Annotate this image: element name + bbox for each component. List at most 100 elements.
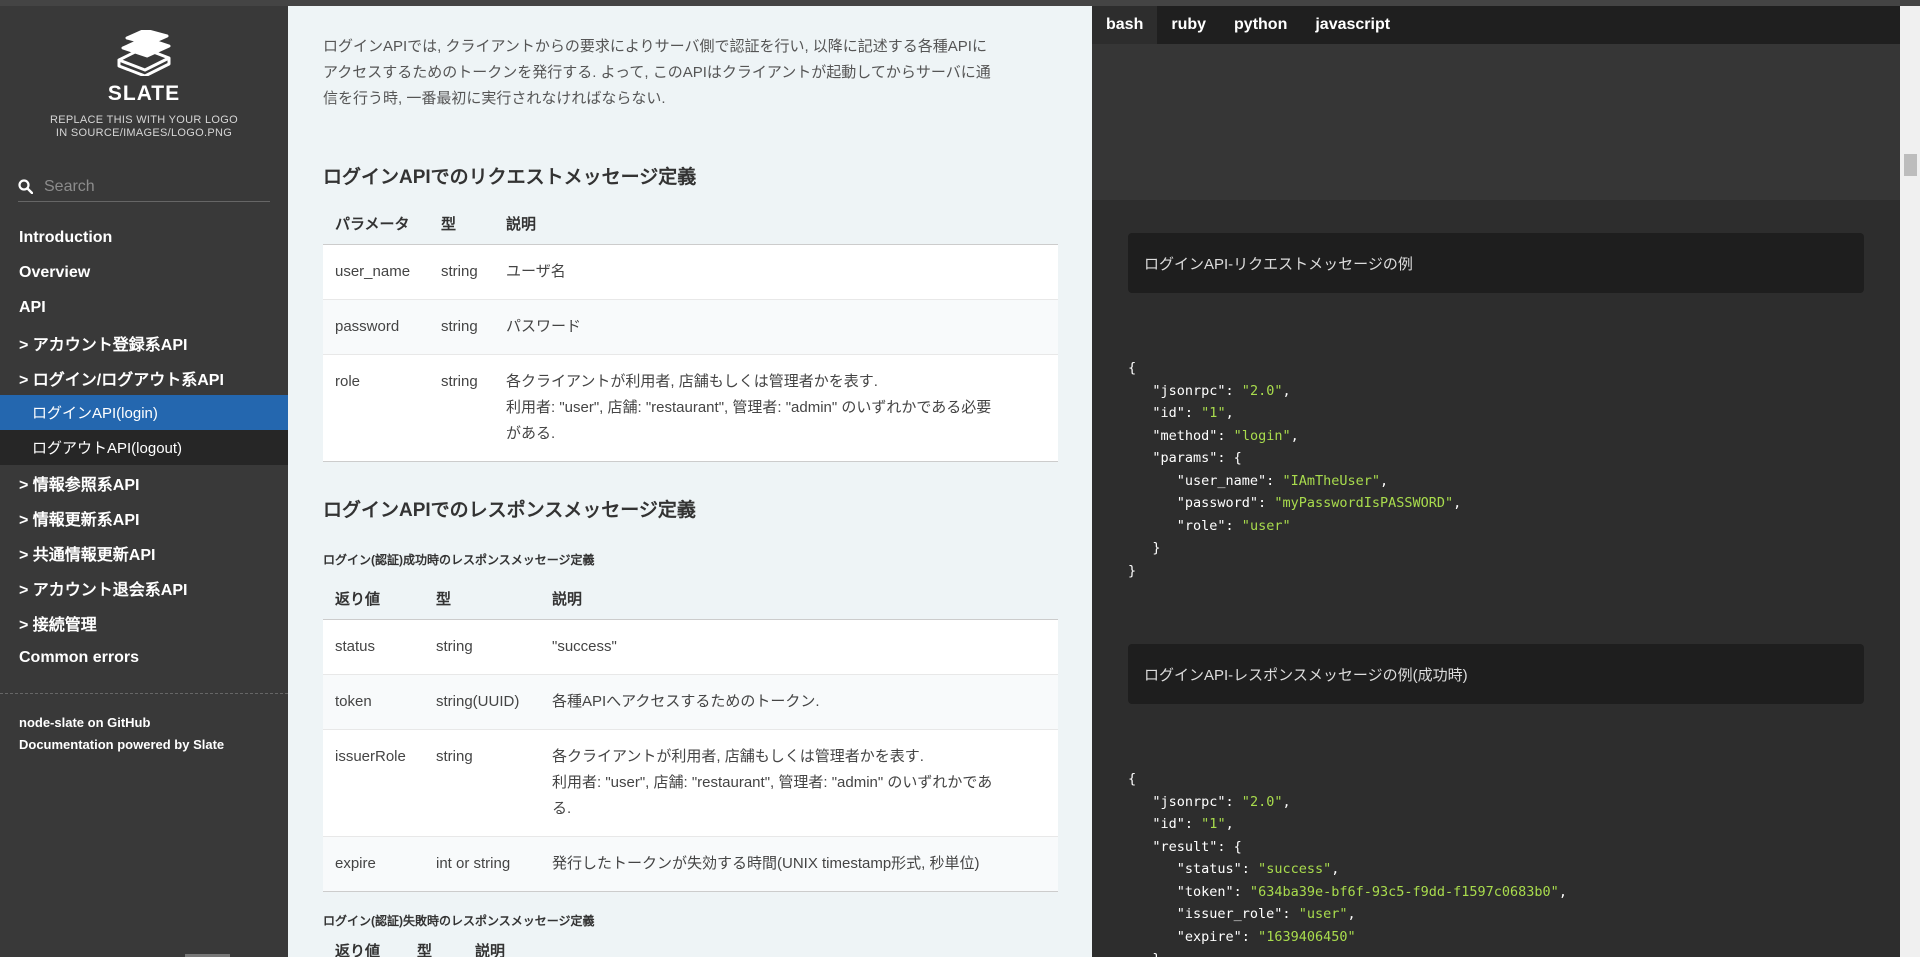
logo: SLATE REPLACE THIS WITH YOUR LOGO IN SOU…	[0, 30, 288, 140]
logo-note-line-1: REPLACE THIS WITH YOUR LOGO	[49, 114, 238, 126]
return-name: issuerRole	[335, 747, 406, 765]
json-value: "IAmTheUser"	[1282, 472, 1380, 489]
table-row: user_name string ユーザ名	[323, 244, 1058, 299]
request-table: パラメータ 型 説明 user_name string ユーザ名 passwor…	[323, 204, 1058, 462]
return-type: string(UUID)	[436, 692, 520, 710]
json-value-text: 1	[1209, 405, 1218, 421]
json-value: "user"	[1298, 906, 1348, 922]
table-of-contents: Introduction Overview API > アカウント登録系API …	[0, 220, 288, 675]
return-type: int or string	[436, 854, 511, 872]
table-row: token string(UUID) 各種APIへアクセスするためのトークン.	[323, 674, 1058, 729]
json-value: "user"	[1241, 517, 1291, 534]
return-name: expire	[335, 854, 376, 872]
code-top-band	[1092, 44, 1900, 200]
table-header-row: 返り値 型 説明	[323, 579, 1058, 620]
books-logo-icon	[117, 30, 171, 76]
desc-line: 各クライアントが利用者, 店舗もしくは管理者かを表す.	[552, 747, 924, 765]
column-header: 返り値	[323, 931, 405, 957]
failure-subheading: ログイン(認証)失敗時のレスポンスメッセージ定義	[323, 914, 595, 928]
column-header: パラメータ	[323, 204, 429, 245]
tab-python[interactable]: python	[1220, 6, 1301, 44]
powered-by-link[interactable]: Documentation powered by Slate	[19, 734, 224, 756]
param-type: string	[441, 372, 478, 390]
desc-line: 利用者: "user", 店舗: "restaurant", 管理者: "adm…	[552, 773, 993, 791]
response-json-example: { "jsonrpc": "2.0", "id": "1", "result":…	[1128, 771, 1567, 957]
column-header: 説明	[540, 579, 1058, 620]
json-value-text: IAmTheUser	[1290, 472, 1372, 489]
toc-info-update-api[interactable]: > 情報更新系API	[0, 500, 288, 535]
toc-introduction[interactable]: Introduction	[0, 220, 288, 255]
toc-login-api[interactable]: ログインAPI(login)	[0, 395, 288, 430]
column-header: 説明	[494, 204, 1058, 245]
tab-bash[interactable]: bash	[1092, 6, 1158, 44]
json-value: "2.0"	[1241, 793, 1283, 810]
intro-line-2: アクセスするためのトークンを発行する. よって, このAPIはクライアントが起動…	[323, 64, 991, 81]
return-desc: 各クライアントが利用者, 店舗もしくは管理者かを表す. 利用者: "user",…	[540, 729, 1058, 836]
table-row: expire int or string 発行したトークンが失効する時間(UNI…	[323, 836, 1058, 891]
desc-line: 各クライアントが利用者, 店舗もしくは管理者かを表す.	[506, 372, 878, 390]
column-header: 返り値	[323, 579, 424, 620]
response-example-title: ログインAPI-レスポンスメッセージの例(成功時)	[1128, 644, 1864, 704]
table-header-row: 返り値 型 説明	[323, 931, 1058, 957]
json-value-text: 1639406450	[1266, 928, 1348, 945]
column-header: 型	[429, 204, 494, 245]
desc-line: がある.	[506, 424, 556, 442]
json-value-text: 634ba39e-bf6f-93c5-f9dd-f1597c0683b0	[1258, 883, 1551, 900]
toc-info-reference-api[interactable]: > 情報参照系API	[0, 465, 288, 500]
param-desc: ユーザ名	[506, 262, 566, 280]
logo-note: REPLACE THIS WITH YOUR LOGO IN SOURCE/IM…	[0, 114, 288, 140]
failure-response-table: 返り値 型 説明	[323, 931, 1058, 957]
return-desc: 発行したトークンが失効する時間(UNIX timestamp形式, 秒単位)	[552, 854, 980, 872]
column-header: 型	[405, 931, 463, 957]
json-value-text: 2.0	[1249, 382, 1275, 399]
sidebar: SLATE REPLACE THIS WITH YOUR LOGO IN SOU…	[0, 6, 288, 957]
intro-line-1: ログインAPIでは, クライアントからの要求によりサーバ側で認証を行い, 以降に…	[323, 38, 987, 55]
desc-line: 利用者: "user", 店舗: "restaurant", 管理者: "adm…	[506, 398, 992, 416]
json-value: "success"	[1258, 861, 1332, 877]
return-name: token	[335, 692, 372, 710]
column-header: 型	[424, 579, 540, 620]
table-row: role string 各クライアントが利用者, 店舗もしくは管理者かを表す. …	[323, 354, 1058, 461]
brand-name: SLATE	[107, 82, 181, 105]
param-desc: パスワード	[506, 317, 582, 335]
toc-account-withdrawal-api[interactable]: > アカウント退会系API	[0, 570, 288, 605]
toc-api[interactable]: API	[0, 290, 288, 325]
param-name: role	[335, 372, 361, 390]
toc-logout-api[interactable]: ログアウトAPI(logout)	[0, 430, 288, 465]
table-row: password string パスワード	[323, 299, 1058, 354]
tab-ruby[interactable]: ruby	[1157, 6, 1220, 44]
github-link[interactable]: node-slate on GitHub	[19, 712, 224, 734]
page-scrollbar[interactable]	[1900, 6, 1920, 957]
param-type: string	[441, 317, 478, 335]
return-desc: 各種APIへアクセスするためのトークン.	[552, 692, 820, 710]
json-value: "myPasswordIsPASSWORD"	[1274, 495, 1454, 511]
table-header-row: パラメータ 型 説明	[323, 204, 1058, 245]
tab-javascript[interactable]: javascript	[1301, 6, 1404, 44]
json-value-text: 2.0	[1249, 793, 1275, 810]
json-value: "1"	[1201, 816, 1226, 832]
search-input[interactable]	[44, 177, 264, 196]
json-value-text: success	[1266, 861, 1324, 877]
json-value: "1"	[1201, 405, 1226, 421]
search-icon	[18, 179, 44, 194]
json-value-text: login	[1241, 427, 1283, 444]
toc-connection-management[interactable]: > 接続管理	[0, 605, 288, 640]
language-tabs: bash ruby python javascript	[1092, 6, 1900, 44]
success-subheading: ログイン(認証)成功時のレスポンスメッセージ定義	[323, 553, 595, 567]
json-value: "1639406450"	[1258, 928, 1356, 945]
json-value: "2.0"	[1241, 382, 1283, 399]
request-json-example: { "jsonrpc": "2.0", "id": "1", "method":…	[1128, 360, 1462, 579]
scrollbar-thumb[interactable]	[1904, 154, 1917, 176]
toc-account-registration-api[interactable]: > アカウント登録系API	[0, 325, 288, 360]
return-desc: "success"	[552, 637, 617, 655]
toc-common-errors[interactable]: Common errors	[0, 640, 288, 675]
param-name: user_name	[335, 262, 411, 280]
success-response-table: 返り値 型 説明 status string "success" token s…	[323, 579, 1058, 892]
response-heading: ログインAPIでのレスポンスメッセージ定義	[323, 500, 696, 521]
json-value-text: user	[1306, 906, 1340, 922]
toc-login-logout-api[interactable]: > ログイン/ログアウト系API	[0, 360, 288, 395]
table-row: status string "success"	[323, 619, 1058, 674]
toc-common-info-update-api[interactable]: > 共通情報更新API	[0, 535, 288, 570]
toc-overview[interactable]: Overview	[0, 255, 288, 290]
json-value: "634ba39e-bf6f-93c5-f9dd-f1597c0683b0"	[1249, 883, 1559, 900]
